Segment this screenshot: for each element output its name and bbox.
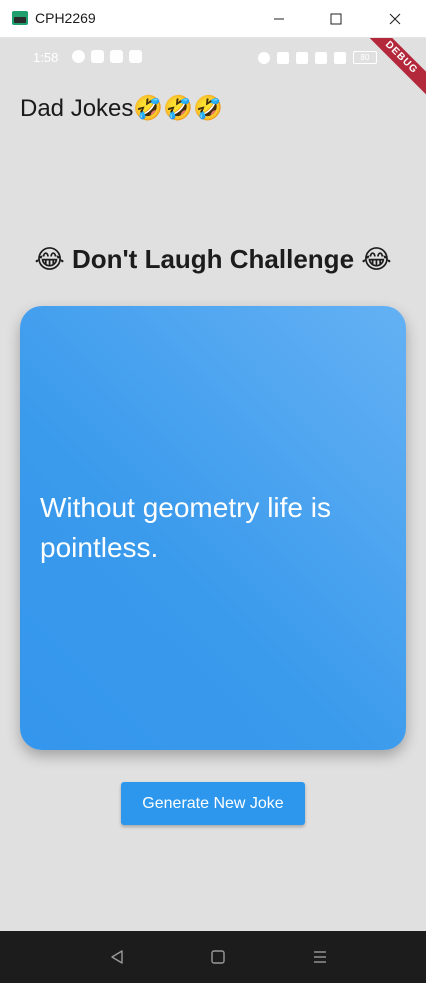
app-notification-icon [110,50,123,63]
alarm-icon [258,51,270,64]
app-bar-title: Dad Jokes🤣🤣🤣 [20,95,224,122]
navigation-bar [0,931,426,983]
generate-joke-button[interactable]: Generate New Joke [121,782,305,825]
debug-banner: DEBUG [356,38,426,103]
joke-card: Without geometry life is pointless. [20,306,406,750]
android-app-icon [12,11,28,25]
nav-back-button[interactable] [105,945,129,969]
system-icons: 80 [258,51,377,64]
volte-icon [296,51,308,64]
linkedin-icon [91,50,104,63]
notification-icons [72,50,142,63]
signal-icon-2 [334,51,346,64]
status-time: 1:58 [33,50,59,65]
window-title: CPH2269 [35,10,96,26]
menu-icon [314,951,326,963]
mail-icon [129,50,142,63]
challenge-heading: 😂 Don't Laugh Challenge 😂 [34,244,392,274]
status-bar: 1:58 80 DEBUG [0,38,426,103]
maximize-icon [330,13,342,25]
close-icon [389,13,401,25]
nav-menu-button[interactable] [308,945,332,969]
battery-icon: 80 [353,51,377,64]
window-titlebar: CPH2269 [0,0,426,38]
phone-screen: 1:58 80 DEBUG Dad Jokes🤣🤣🤣 😂 Don't Laugh… [0,38,426,931]
home-icon [211,950,225,964]
emulator-window: CPH2269 1:58 80 DEBUG Dad Jokes🤣🤣🤣 😂 Don… [0,0,426,983]
minimize-icon [274,18,284,20]
back-icon [111,950,123,964]
joke-text: Without geometry life is pointless. [40,492,331,563]
whatsapp-icon [72,50,85,63]
wifi-icon [277,51,289,64]
close-button[interactable] [372,0,418,38]
minimize-button[interactable] [256,0,302,38]
nav-home-button[interactable] [206,945,230,969]
signal-icon [315,51,327,64]
maximize-button[interactable] [313,0,359,38]
